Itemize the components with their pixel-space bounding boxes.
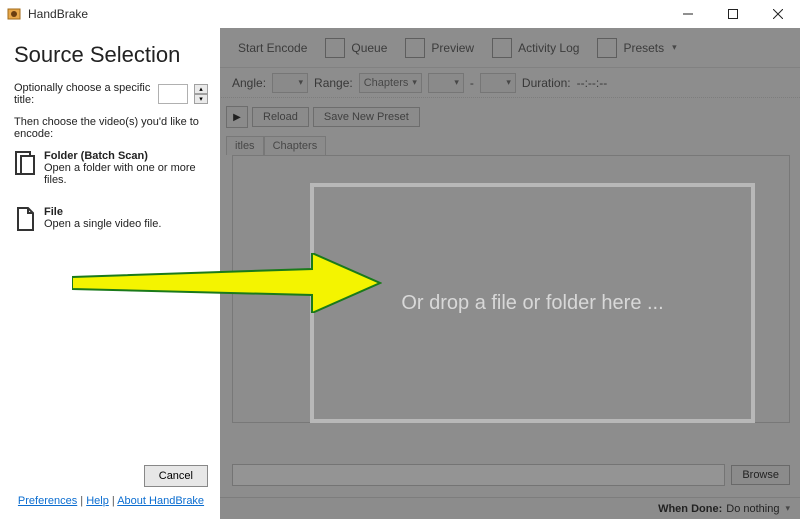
- title-spin-up[interactable]: ▴: [194, 84, 208, 94]
- close-button[interactable]: [755, 0, 800, 28]
- file-title: File: [44, 206, 161, 218]
- folder-title: Folder (Batch Scan): [44, 150, 208, 162]
- title-spinner: ▴ ▾: [194, 84, 208, 104]
- then-choose-label: Then choose the video(s) you'd like to e…: [14, 116, 208, 140]
- drop-zone[interactable]: Or drop a file or folder here ...: [310, 183, 755, 423]
- option-folder-text: Folder (Batch Scan) Open a folder with o…: [44, 150, 208, 186]
- option-file[interactable]: File Open a single video file.: [14, 206, 208, 232]
- source-selection-panel: Source Selection Optionally choose a spe…: [0, 28, 220, 519]
- source-selection-title: Source Selection: [14, 42, 208, 68]
- footer-links: Preferences | Help | About HandBrake: [14, 495, 208, 513]
- title-spin-down[interactable]: ▾: [194, 94, 208, 104]
- option-file-text: File Open a single video file.: [44, 206, 161, 232]
- window-buttons: [665, 0, 800, 28]
- title-select-row: Optionally choose a specific title: ▴ ▾: [14, 82, 208, 106]
- folder-icon: [14, 150, 36, 176]
- maximize-button[interactable]: [710, 0, 755, 28]
- app-title: HandBrake: [28, 7, 88, 21]
- drop-zone-text: Or drop a file or folder here ...: [401, 292, 663, 315]
- optional-title-label: Optionally choose a specific title:: [14, 82, 152, 106]
- file-sub: Open a single video file.: [44, 218, 161, 230]
- titlebar: HandBrake: [0, 0, 800, 28]
- title-number-input[interactable]: [158, 84, 188, 104]
- file-icon: [14, 206, 36, 232]
- link-about[interactable]: About HandBrake: [117, 495, 204, 507]
- cancel-button[interactable]: Cancel: [144, 465, 208, 487]
- option-folder[interactable]: Folder (Batch Scan) Open a folder with o…: [14, 150, 208, 186]
- link-preferences[interactable]: Preferences: [18, 495, 77, 507]
- link-help[interactable]: Help: [86, 495, 109, 507]
- folder-sub: Open a folder with one or more files.: [44, 162, 196, 186]
- minimize-button[interactable]: [665, 0, 710, 28]
- app-icon: [6, 6, 22, 22]
